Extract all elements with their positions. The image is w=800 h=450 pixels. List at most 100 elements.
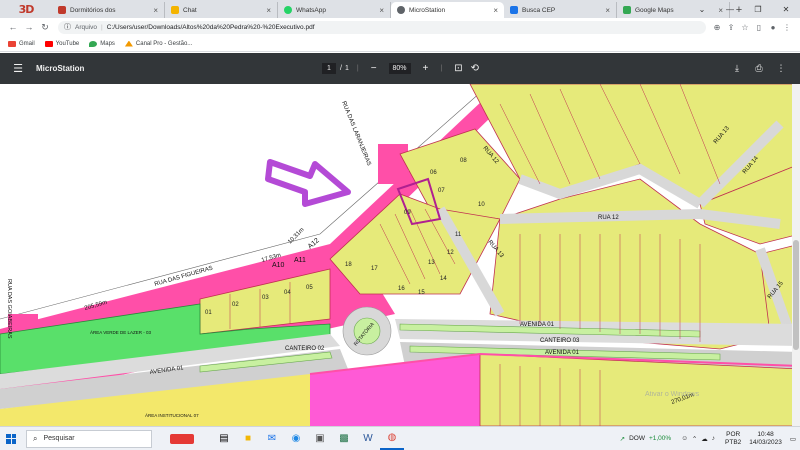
bookmark-gmail[interactable]: Gmail xyxy=(8,40,35,47)
svg-text:06: 06 xyxy=(430,170,437,176)
svg-text:RUA 12: RUA 12 xyxy=(598,215,619,221)
mail-icon[interactable]: ✉ xyxy=(260,428,284,450)
tab-microstation[interactable]: MicroStation × xyxy=(391,2,504,18)
svg-text:A10: A10 xyxy=(272,262,285,269)
tab-busca-cep[interactable]: Busca CEP × xyxy=(504,2,617,18)
close-icon[interactable]: × xyxy=(153,6,158,15)
edge-icon[interactable]: ◉ xyxy=(284,428,308,450)
windows-taskbar: ⌕ Pesquisar ▤ ■ ✉ ◉ ▣ ▩ W ◍ ↗ DOW +1,00%… xyxy=(0,426,800,450)
task-view-icon[interactable]: ▤ xyxy=(212,428,236,450)
back-button[interactable]: ← xyxy=(6,22,20,32)
reload-button[interactable]: ↻ xyxy=(38,22,52,33)
start-button[interactable] xyxy=(0,428,22,450)
svg-text:10: 10 xyxy=(478,202,485,208)
notification-icon[interactable]: ▭ xyxy=(790,435,796,443)
page-total: 1 xyxy=(344,65,349,72)
page-number-input[interactable]: 1 xyxy=(322,63,336,74)
profile-icon[interactable]: ● xyxy=(766,23,780,32)
more-menu-icon[interactable]: ⋮ xyxy=(780,23,794,32)
pdf-toolbar: ☰ MicroStation 1 / 1 | − 80% + | ⊡ ⟲ ⤓ ⎙… xyxy=(0,53,800,84)
minimize-button[interactable]: — xyxy=(716,0,744,18)
share-icon[interactable]: ⇪ xyxy=(724,23,738,32)
window-controls: ⌄ — ❐ ✕ xyxy=(688,0,800,18)
gmail-icon xyxy=(8,40,16,47)
bookmark-maps[interactable]: Maps xyxy=(89,40,115,47)
tab-chat[interactable]: Chat × xyxy=(165,2,278,18)
hamburger-menu-icon[interactable]: ☰ xyxy=(0,62,36,75)
close-icon[interactable]: × xyxy=(379,6,384,15)
print-icon[interactable]: ⎙ xyxy=(748,63,770,74)
svg-text:17: 17 xyxy=(371,266,378,272)
svg-text:04: 04 xyxy=(284,290,291,296)
close-icon[interactable]: × xyxy=(493,6,498,15)
close-icon[interactable]: × xyxy=(266,6,271,15)
zoom-in-button[interactable]: + xyxy=(423,63,429,74)
pdf-viewer[interactable]: RUA DAS FIGUEIRAS RUA DAS LARANJEIRAS RU… xyxy=(0,84,800,426)
bookmark-star-icon[interactable]: ☆ xyxy=(738,23,752,32)
url-input[interactable]: ⓘ Arquivo | C:/Users/user/Downloads/Alto… xyxy=(58,20,706,34)
file-explorer-icon[interactable]: ■ xyxy=(236,428,260,450)
store-icon[interactable]: ▣ xyxy=(308,428,332,450)
tab-whatsapp[interactable]: WhatsApp × xyxy=(278,2,391,18)
youtube-icon xyxy=(44,40,53,47)
word-icon[interactable]: W xyxy=(356,428,380,450)
site-plan-map: RUA DAS FIGUEIRAS RUA DAS LARANJEIRAS RU… xyxy=(0,84,800,426)
fit-page-icon[interactable]: ⊡ xyxy=(454,63,462,74)
zoom-input[interactable]: 80% xyxy=(388,63,411,74)
svg-text:13: 13 xyxy=(428,260,435,266)
canal-pro-icon xyxy=(124,40,133,47)
zoom-out-button[interactable]: − xyxy=(371,63,377,74)
tab-favicon-icon xyxy=(58,6,66,14)
svg-text:05: 05 xyxy=(306,285,313,291)
tab-favicon-icon xyxy=(284,6,292,14)
svg-text:02: 02 xyxy=(232,302,239,308)
tab-strip: 3D Dormitórios dos × Chat × WhatsApp × M… xyxy=(0,0,800,18)
scrollbar-thumb[interactable] xyxy=(793,240,799,350)
weather-widget-icon[interactable] xyxy=(152,428,212,450)
chevron-down-icon[interactable]: ⌄ xyxy=(688,0,716,18)
forward-button[interactable]: → xyxy=(22,22,36,32)
svg-text:15: 15 xyxy=(418,290,425,296)
bookmark-canal-pro[interactable]: Canal Pro - Gestão... xyxy=(124,40,192,47)
zoom-icon[interactable]: ⊕ xyxy=(710,23,724,32)
tab-favicon-icon xyxy=(397,6,405,14)
tab-dormitorios[interactable]: Dormitórios dos × xyxy=(52,2,165,18)
stock-ticker[interactable]: ↗ DOW +1,00% xyxy=(620,435,672,443)
chevron-up-icon[interactable]: ⌃ xyxy=(692,435,697,443)
more-options-icon[interactable]: ⋮ xyxy=(770,63,792,74)
speaker-icon[interactable]: ♪ xyxy=(712,435,715,442)
svg-text:14: 14 xyxy=(440,276,447,282)
svg-text:AVENIDA 01: AVENIDA 01 xyxy=(545,350,580,356)
close-icon[interactable]: × xyxy=(605,6,610,15)
people-icon[interactable]: ☺ xyxy=(681,435,688,442)
svg-text:16: 16 xyxy=(398,286,405,292)
clock[interactable]: 10:48 14/03/2023 xyxy=(749,431,782,447)
network-icon[interactable]: ☁ xyxy=(701,435,708,443)
taskbar-search-input[interactable]: ⌕ Pesquisar xyxy=(26,429,152,448)
info-icon[interactable]: ⓘ xyxy=(64,22,71,32)
svg-text:CANTEIRO 03: CANTEIRO 03 xyxy=(540,338,580,344)
download-icon[interactable]: ⤓ xyxy=(726,63,748,74)
svg-text:03: 03 xyxy=(262,295,269,301)
svg-text:08: 08 xyxy=(460,158,467,164)
bookmarks-bar: Gmail YouTube Maps Canal Pro - Gestão... xyxy=(0,36,800,52)
lang-indicator[interactable]: POR PTB2 xyxy=(725,431,741,447)
svg-text:ÁREA INSTITUCIONAL 07: ÁREA INSTITUCIONAL 07 xyxy=(145,412,199,418)
close-window-button[interactable]: ✕ xyxy=(772,0,800,18)
tab-favicon-icon xyxy=(623,6,631,14)
svg-text:07: 07 xyxy=(438,188,445,194)
bookmark-youtube[interactable]: YouTube xyxy=(44,40,79,47)
address-bar: ← → ↻ ⓘ Arquivo | C:/Users/user/Download… xyxy=(0,18,800,36)
maps-icon xyxy=(89,40,98,47)
system-tray: ↗ DOW +1,00% ☺ ⌃ ☁ ♪ POR PTB2 10:48 14/03/… xyxy=(620,431,796,447)
chrome-icon[interactable]: ◍ xyxy=(380,428,404,450)
tab-favicon-icon xyxy=(510,6,518,14)
side-panel-icon[interactable]: ▯ xyxy=(752,23,766,32)
svg-text:01: 01 xyxy=(205,310,212,316)
svg-text:11: 11 xyxy=(455,232,462,238)
svg-text:AVENIDA 01: AVENIDA 01 xyxy=(520,322,555,328)
excel-icon[interactable]: ▩ xyxy=(332,428,356,450)
maximize-button[interactable]: ❐ xyxy=(744,0,772,18)
rotate-icon[interactable]: ⟲ xyxy=(471,63,479,74)
pdf-title: MicroStation xyxy=(36,64,85,73)
